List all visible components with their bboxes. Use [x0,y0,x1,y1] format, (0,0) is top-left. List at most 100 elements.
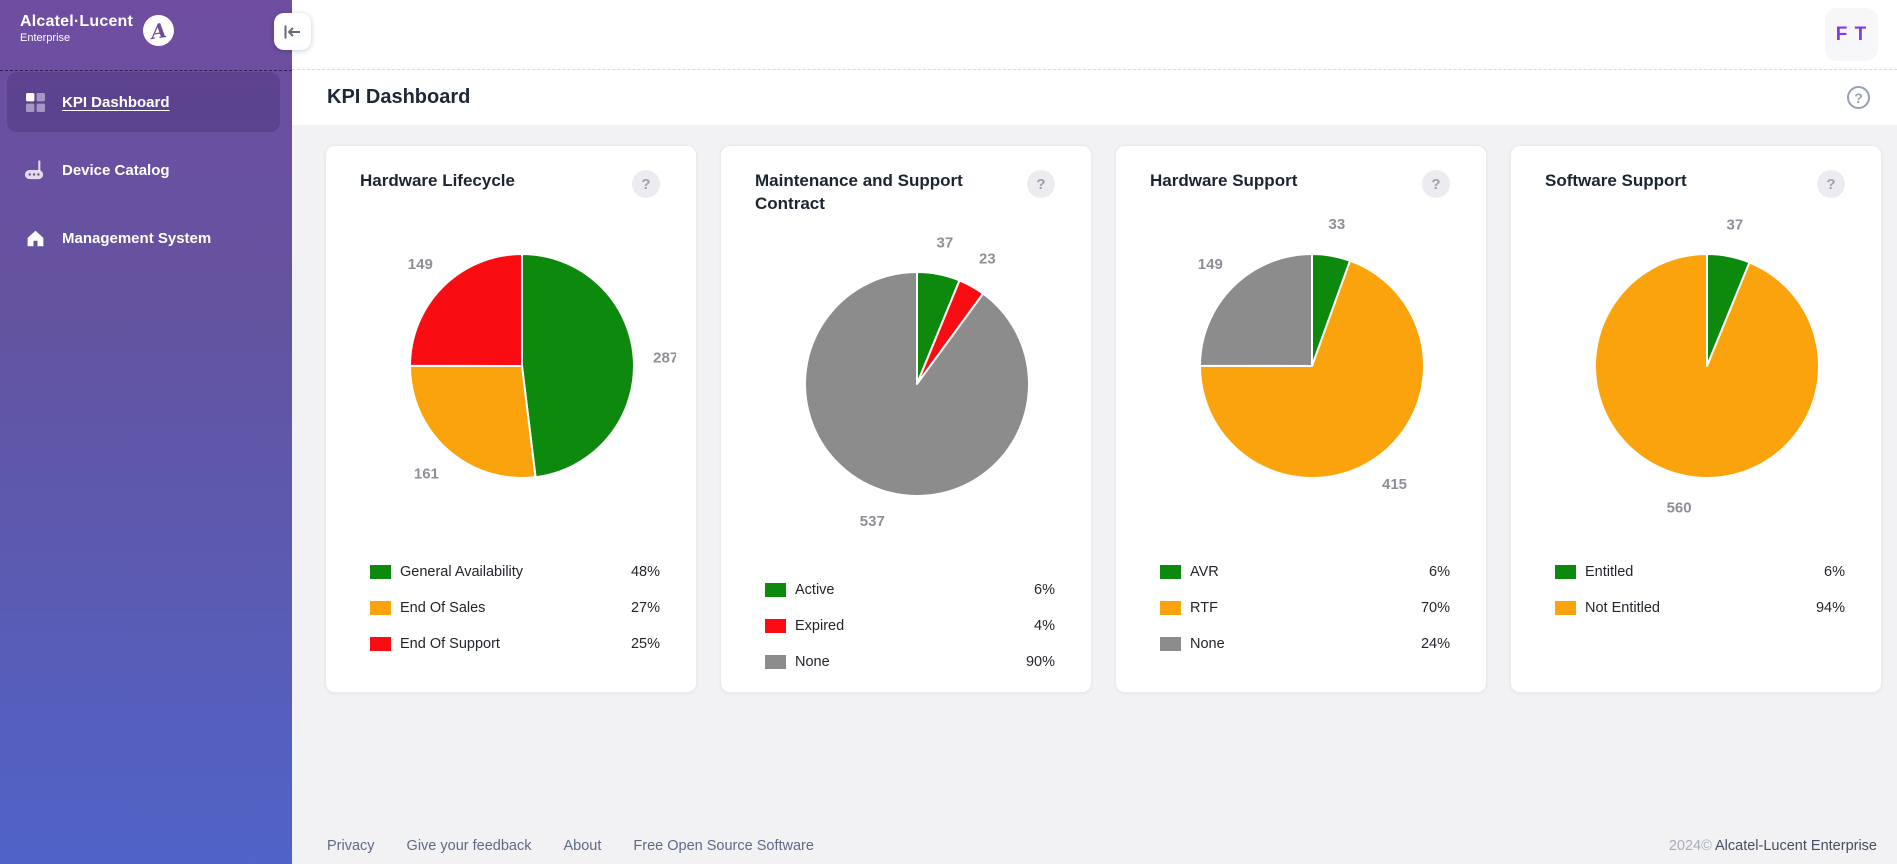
pie-value-label: 149 [1198,256,1223,273]
sidebar-item-device-catalog[interactable]: Device Catalog [7,140,280,200]
sidebar-divider [0,70,292,71]
legend-label: Not Entitled [1585,600,1816,616]
legend-row-not-entitled: Not Entitled94% [1545,590,1845,626]
legend-percent: 27% [631,600,660,616]
copyright-owner: Alcatel-Lucent Enterprise [1712,838,1877,854]
chart-legend: AVR6% RTF70% None24% [1150,554,1450,662]
card-help-icon[interactable]: ? [1817,170,1845,198]
pie-chart: 33 415 149 [1150,206,1466,524]
card-header: Hardware Support? [1150,170,1450,198]
help-icon[interactable]: ? [1847,86,1870,109]
pie-chart: 37 560 [1545,206,1861,524]
legend-percent: 4% [1034,618,1055,634]
pie-slice-general-availability[interactable] [522,254,634,477]
sidebar-item-label: Device Catalog [62,162,170,179]
copyright-year: 2024© [1669,838,1712,854]
footer-link-give-your-feedback[interactable]: Give your feedback [407,838,532,854]
legend-row-avr: AVR6% [1150,554,1450,590]
footer-link-about[interactable]: About [563,838,601,854]
legend-percent: 94% [1816,600,1845,616]
card-title: Hardware Lifecycle [360,170,515,193]
ale-swirl-logo-icon: A [143,15,174,46]
legend-row-active: Active6% [755,572,1055,608]
card-header: Maintenance and Support Contract? [755,170,1055,216]
page-title: KPI Dashboard [327,86,470,109]
legend-row-general-availability: General Availability48% [360,554,660,590]
pie-value-label: 560 [1667,499,1692,516]
card-help-icon[interactable]: ? [1422,170,1450,198]
legend-swatch [1555,601,1576,615]
chart-legend: Active6%Expired4%None90% [755,572,1055,680]
sidebar-nav: KPI Dashboard Device Catalog Management Sy… [0,72,292,268]
brand-logo: Alcatel·Lucent Enterprise A [0,0,292,46]
copyright: 2024© Alcatel-Lucent Enterprise [1669,838,1877,854]
legend-percent: 48% [631,564,660,580]
topbar: F T [292,0,1897,70]
sidebar-collapse-button[interactable] [274,13,311,50]
kpi-card-software-support: Software Support?37560Entitled6%Not Enti… [1510,145,1882,693]
legend-label: End Of Support [400,636,631,652]
legend-swatch [370,637,391,651]
legend-label: End Of Sales [400,600,631,616]
pie-chart: 3723537 [755,224,1071,542]
legend-swatch [1160,565,1181,579]
footer-links: Privacy Give your feedback About Free Open … [327,838,814,854]
legend-percent: 6% [1824,564,1845,580]
legend-percent: 6% [1429,564,1450,580]
footer-link-free-open-source-software[interactable]: Free Open Source Software [633,838,814,854]
sidebar-item-label: KPI Dashboard [62,94,170,111]
brand-subtitle: Enterprise [20,32,133,44]
legend-label: Entitled [1585,564,1824,580]
kpi-card-maintenance-and-support-contract: Maintenance and Support Contract? 3723537… [720,145,1092,693]
legend-label: General Availability [400,564,631,580]
card-title: Hardware Support [1150,170,1297,193]
kpi-card-hardware-support: Hardware Support? 33 415 149 AVR6% RTF70% None… [1115,145,1487,693]
sidebar-item-management-system[interactable]: Management System [7,208,280,268]
pie-slice-none[interactable] [805,272,1029,496]
legend-swatch [765,583,786,597]
legend-row-expired: Expired4% [755,608,1055,644]
card-header: Software Support? [1545,170,1845,198]
legend-label: Active [795,582,1034,598]
grid-icon [24,91,46,113]
legend-percent: 70% [1421,600,1450,616]
legend-swatch [765,655,786,669]
legend-row-none: None24% [1150,626,1450,662]
user-avatar[interactable]: F T [1825,8,1878,61]
card-help-icon[interactable]: ? [1027,170,1055,198]
pie-value-label: 415 [1382,476,1407,493]
page-header: KPI Dashboard ? [292,70,1897,125]
legend-label: RTF [1190,600,1421,616]
legend-label: Expired [795,618,1034,634]
legend-swatch [1555,565,1576,579]
legend-row-entitled: Entitled6% [1545,554,1845,590]
legend-swatch [370,565,391,579]
card-help-icon[interactable]: ? [632,170,660,198]
legend-label: None [795,654,1026,670]
footer: Privacy Give your feedback About Free Open … [327,838,1877,854]
legend-label: None [1190,636,1421,652]
sidebar-item-label: Management System [62,230,211,247]
legend-percent: 25% [631,636,660,652]
sidebar-item-kpi-dashboard[interactable]: KPI Dashboard [7,72,280,132]
legend-row-none: None90% [755,644,1055,680]
brand-name: Alcatel·Lucent [20,13,133,31]
card-title: Software Support [1545,170,1687,193]
content-area: Hardware Lifecycle?287161149General Avai… [292,125,1897,864]
legend-row-end-of-support: End Of Support25% [360,626,660,662]
pie-slice-end-of-sales[interactable] [410,366,536,478]
pie-value-label: 33 [1329,216,1346,233]
legend-label: AVR [1190,564,1429,580]
footer-link-privacy[interactable]: Privacy [327,838,375,854]
card-title: Maintenance and Support Contract [755,170,990,216]
chart-legend: Entitled6%Not Entitled94% [1545,554,1845,626]
pie-value-label: 149 [408,256,433,273]
collapse-arrow-icon [284,25,301,39]
kpi-card-hardware-lifecycle: Hardware Lifecycle?287161149General Avai… [325,145,697,693]
legend-percent: 6% [1034,582,1055,598]
pie-value-label: 161 [414,466,439,483]
legend-swatch [1160,637,1181,651]
pie-slice-not-entitled[interactable] [1595,254,1819,478]
sidebar: Alcatel·Lucent Enterprise A KPI Dashboar… [0,0,292,864]
pie-value-label: 37 [1727,217,1744,234]
